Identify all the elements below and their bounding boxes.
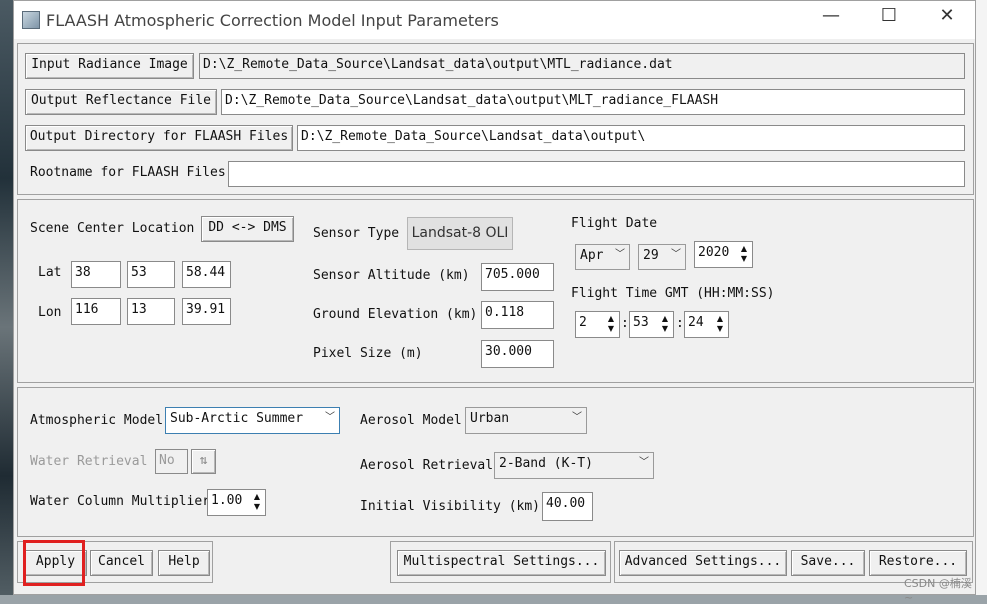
cancel-button[interactable]: Cancel: [90, 550, 153, 576]
flight-hour-spinner[interactable]: 2 ▲ ▼: [575, 311, 620, 338]
aerosol-model-value: Urban: [470, 411, 510, 426]
input-radiance-button[interactable]: Input Radiance Image: [25, 53, 194, 79]
output-reflectance-field[interactable]: D:\Z_Remote_Data_Source\Landsat_data\out…: [221, 89, 965, 115]
window-title: FLAASH Atmospheric Correction Model Inpu…: [46, 11, 499, 30]
flight-year-spinner[interactable]: 2020 ▲ ▼: [694, 241, 753, 268]
ground-elevation-field[interactable]: 0.118: [481, 301, 554, 329]
advanced-settings-button[interactable]: Advanced Settings...: [619, 550, 787, 576]
sensor-altitude-field[interactable]: 705.000: [481, 263, 554, 291]
lat-degrees-field[interactable]: 38: [71, 261, 121, 288]
output-reflectance-button[interactable]: Output Reflectance File: [25, 89, 217, 115]
water-column-spinner[interactable]: 1.00 ▲ ▼: [207, 489, 266, 516]
chevron-down-icon: ﹀: [671, 249, 681, 260]
minimize-button[interactable]: —: [808, 5, 854, 35]
sensor-altitude-label: Sensor Altitude (km): [313, 268, 470, 283]
dd-dms-button[interactable]: DD <-> DMS: [201, 216, 294, 242]
chevron-down-icon: ﹀: [325, 412, 335, 423]
rootname-field[interactable]: [228, 161, 965, 187]
pixel-size-label: Pixel Size (m): [313, 346, 423, 361]
initial-visibility-field[interactable]: 40.00: [542, 492, 593, 521]
time-separator: :: [621, 316, 629, 331]
chevron-down-icon: ﹀: [572, 412, 582, 423]
flight-date-label: Flight Date: [571, 216, 658, 231]
flight-time-label: Flight Time GMT (HH:MM:SS): [571, 286, 775, 301]
scene-panel: Scene Center Location DD <-> DMS Lat 38 …: [17, 199, 974, 383]
flight-month-select[interactable]: Apr ﹀: [575, 244, 630, 270]
close-button[interactable]: ✕: [924, 5, 970, 35]
scene-center-label: Scene Center Location: [30, 221, 195, 236]
flight-second-spinner[interactable]: 24 ▲ ▼: [684, 311, 729, 338]
chevron-down-icon: ﹀: [639, 457, 649, 468]
lon-degrees-field[interactable]: 116: [71, 298, 121, 325]
water-retrieval-value: No: [155, 449, 188, 474]
spinner-arrows-icon[interactable]: ▲ ▼: [605, 314, 617, 334]
app-icon: [22, 11, 40, 29]
flight-month-value: Apr: [580, 248, 604, 263]
help-button[interactable]: Help: [158, 550, 210, 576]
atmosphere-panel: Atmospheric Model Sub-Arctic Summer ﹀ Aer…: [17, 387, 974, 537]
sensor-type-label: Sensor Type: [313, 226, 400, 241]
water-column-value: 1.00: [211, 493, 243, 508]
pixel-size-field[interactable]: 30.000: [481, 340, 554, 368]
files-panel: Input Radiance Image D:\Z_Remote_Data_So…: [17, 43, 974, 195]
aerosol-retrieval-label: Aerosol Retrieval: [360, 458, 494, 473]
chevron-down-icon: ﹀: [615, 249, 625, 260]
spinner-arrows-icon[interactable]: ▲ ▼: [714, 314, 726, 334]
lon-minutes-field[interactable]: 13: [127, 298, 175, 325]
water-column-label: Water Column Multiplier: [30, 494, 211, 509]
aerosol-retrieval-select[interactable]: 2-Band (K-T) ﹀: [494, 452, 654, 479]
flight-minute-value: 53: [633, 315, 649, 330]
flight-minute-spinner[interactable]: 53 ▲ ▼: [629, 311, 674, 338]
toggle-arrows-icon: ⇅: [191, 449, 216, 474]
ground-elevation-label: Ground Elevation (km): [313, 307, 478, 322]
restore-button[interactable]: Restore...: [869, 550, 967, 576]
flight-year-value: 2020: [698, 245, 730, 260]
flight-second-value: 24: [688, 315, 704, 330]
desktop-background-right: [976, 0, 987, 595]
aerosol-model-select[interactable]: Urban ﹀: [465, 407, 587, 434]
rootname-label: Rootname for FLAASH Files: [30, 165, 226, 180]
lat-label: Lat: [38, 265, 62, 280]
lon-label: Lon: [38, 305, 62, 320]
output-directory-field[interactable]: D:\Z_Remote_Data_Source\Landsat_data\out…: [297, 125, 965, 151]
aerosol-model-label: Aerosol Model: [360, 413, 462, 428]
multispectral-settings-button[interactable]: Multispectral Settings...: [397, 550, 606, 576]
lat-minutes-field[interactable]: 53: [127, 261, 175, 288]
desktop-background-left: [0, 0, 14, 595]
flight-day-value: 29: [643, 248, 659, 263]
maximize-button[interactable]: ☐: [866, 5, 912, 35]
watermark: CSDN @楠溪~: [904, 577, 972, 604]
flight-day-select[interactable]: 29 ﹀: [638, 244, 686, 270]
atmospheric-model-label: Atmospheric Model: [30, 413, 164, 428]
atmospheric-model-value: Sub-Arctic Summer: [170, 411, 304, 426]
initial-visibility-label: Initial Visibility (km): [360, 499, 541, 514]
spinner-arrows-icon[interactable]: ▲ ▼: [251, 492, 263, 512]
save-button[interactable]: Save...: [791, 550, 865, 576]
flaash-dialog: FLAASH Atmospheric Correction Model Inpu…: [13, 0, 976, 604]
water-retrieval-label: Water Retrieval: [30, 454, 148, 469]
time-separator: :: [676, 316, 684, 331]
apply-highlight-box: [23, 540, 85, 586]
flight-hour-value: 2: [579, 315, 587, 330]
footer-mid-panel: Multispectral Settings...: [390, 541, 611, 583]
output-directory-button[interactable]: Output Directory for FLAASH Files: [25, 125, 293, 151]
lon-seconds-field[interactable]: 39.91: [182, 298, 231, 325]
aerosol-retrieval-value: 2-Band (K-T): [499, 456, 593, 471]
spinner-arrows-icon[interactable]: ▲ ▼: [738, 244, 750, 264]
lat-seconds-field[interactable]: 58.44: [182, 261, 231, 288]
title-bar: FLAASH Atmospheric Correction Model Inpu…: [14, 1, 975, 39]
atmospheric-model-select[interactable]: Sub-Arctic Summer ﹀: [165, 407, 340, 434]
sensor-type-button[interactable]: Landsat-8 OLI: [407, 217, 513, 250]
spinner-arrows-icon[interactable]: ▲ ▼: [659, 314, 671, 334]
input-radiance-field[interactable]: D:\Z_Remote_Data_Source\Landsat_data\out…: [199, 53, 965, 79]
